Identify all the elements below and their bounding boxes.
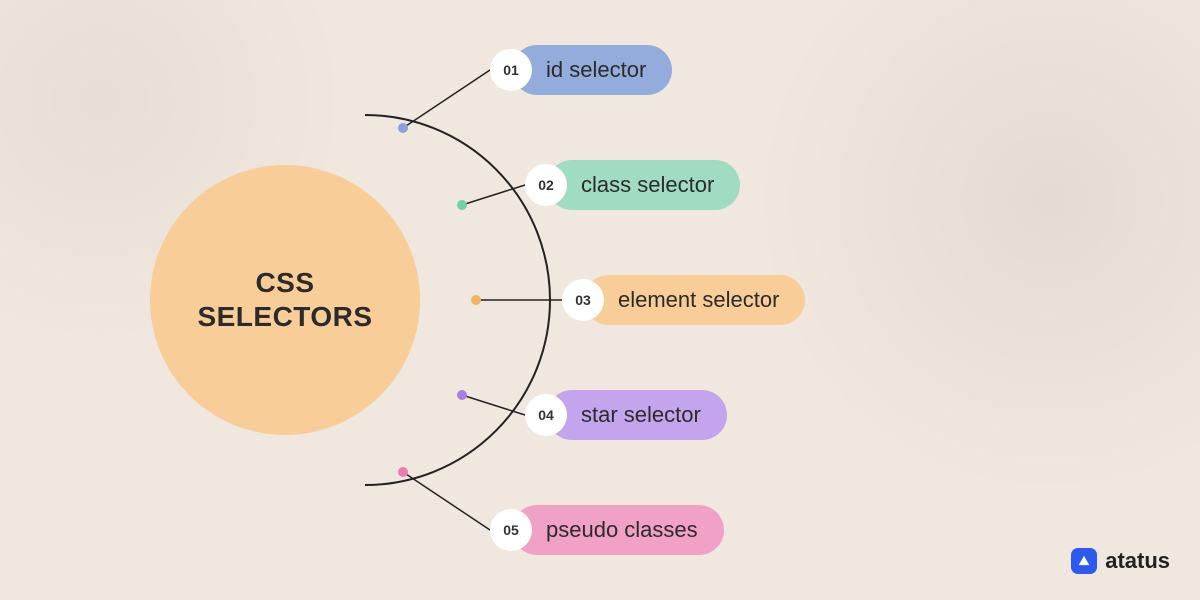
item-label-pill: element selector (584, 275, 805, 325)
selector-item-03: 03 element selector (562, 275, 805, 325)
item-label-pill: id selector (512, 45, 672, 95)
center-topic: CSS SELECTORS (150, 165, 420, 435)
selector-item-01: 01 id selector (490, 45, 672, 95)
diagram-canvas: CSS SELECTORS 01 id selector 02 class se… (0, 0, 1200, 600)
selector-item-05: 05 pseudo classes (490, 505, 724, 555)
selector-item-02: 02 class selector (525, 160, 740, 210)
item-number: 05 (490, 509, 532, 551)
brand-text: atatus (1105, 548, 1170, 574)
brand-icon (1071, 548, 1097, 574)
item-label-pill: class selector (547, 160, 740, 210)
item-number: 04 (525, 394, 567, 436)
item-label-pill: pseudo classes (512, 505, 724, 555)
item-number: 02 (525, 164, 567, 206)
brand-logo: atatus (1071, 548, 1170, 574)
item-number: 03 (562, 279, 604, 321)
selector-item-04: 04 star selector (525, 390, 727, 440)
item-number: 01 (490, 49, 532, 91)
item-label-pill: star selector (547, 390, 727, 440)
